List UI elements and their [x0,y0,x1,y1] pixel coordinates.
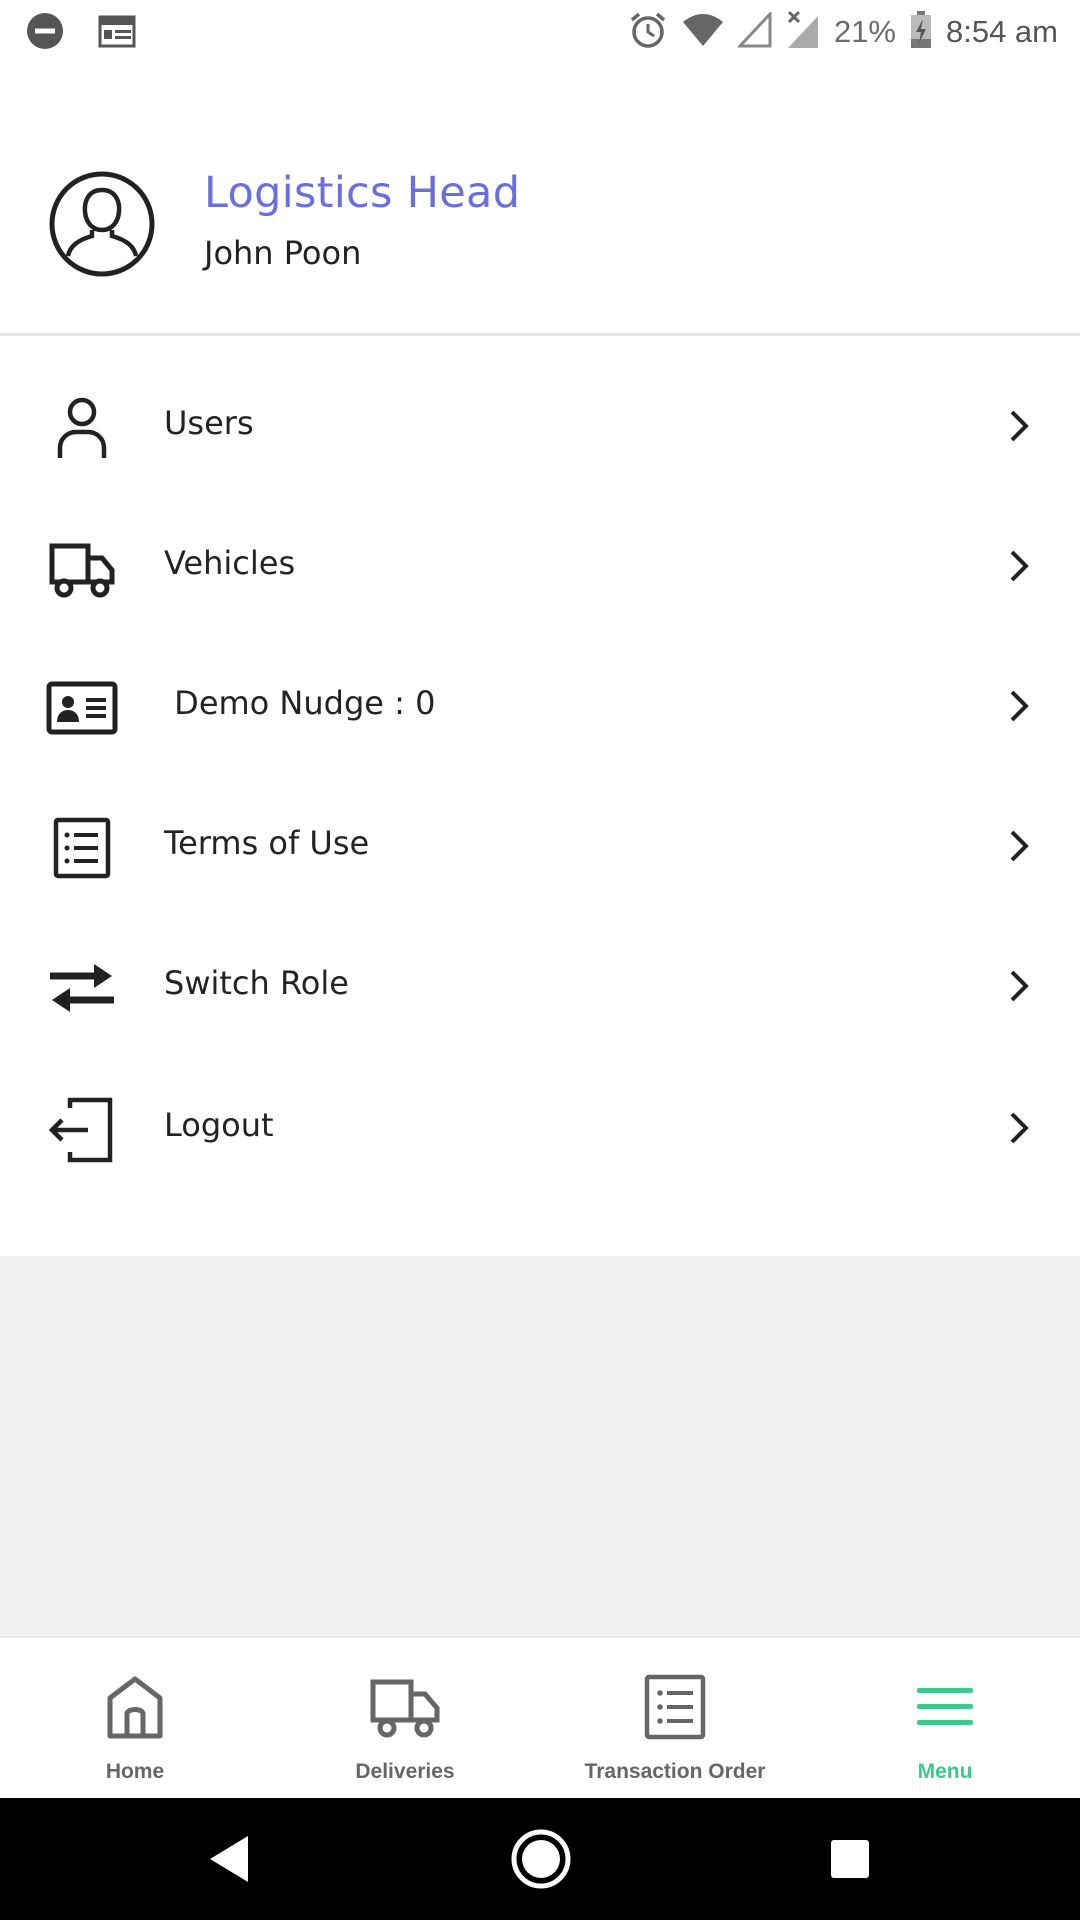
list-document-icon [639,1674,711,1740]
menu-item-label: Users [164,404,254,442]
recents-icon [830,1839,870,1884]
nav-tab-deliveries[interactable]: Deliveries [270,1638,540,1800]
chevron-right-icon [1004,828,1034,864]
dnd-icon [26,12,64,55]
truck-icon [369,1674,441,1740]
list-document-icon [46,812,118,884]
status-bar: 21% 8:54 am [0,0,1080,64]
no-signal-icon [786,10,820,55]
back-button[interactable] [170,1798,290,1920]
battery-charging-icon [910,10,932,54]
chevron-right-icon [1004,968,1034,1004]
home-button[interactable] [480,1798,600,1920]
home-circle-icon [510,1828,572,1895]
bottom-navigation: Home Deliveries Transaction Order Menu [0,1636,1080,1798]
recents-button[interactable] [790,1798,910,1920]
menu-item-logout[interactable]: Logout [0,1058,1080,1198]
hamburger-menu-icon [909,1674,981,1740]
nav-tab-label: Menu [917,1760,973,1783]
clock: 8:54 am [945,14,1058,49]
status-bar-left [26,12,136,55]
menu-item-switch-role[interactable]: Switch Role [0,916,1080,1056]
nav-tab-label: Transaction Order [584,1760,766,1783]
chevron-right-icon [1004,688,1034,724]
menu-item-terms-of-use[interactable]: Terms of Use [0,776,1080,916]
status-bar-right: 21% 8:54 am [628,8,1058,56]
user-avatar-icon [48,170,156,278]
swap-arrows-icon [46,952,118,1024]
chevron-right-icon [1004,548,1034,584]
wifi-icon [682,12,724,53]
truck-icon [46,532,118,604]
alarm-icon [628,10,668,55]
nav-tab-label: Deliveries [355,1760,455,1783]
chevron-right-icon [1004,408,1034,444]
empty-area [0,1256,1080,1636]
nav-tab-transaction-order[interactable]: Transaction Order [540,1638,810,1800]
user-icon [46,392,118,464]
menu-item-vehicles[interactable]: Vehicles [0,496,1080,636]
menu-item-label: Demo Nudge : 0 [164,684,436,722]
nav-tab-menu[interactable]: Menu [810,1638,1080,1800]
nav-tab-label: Home [105,1760,165,1783]
chevron-right-icon [1004,1110,1034,1146]
menu-item-label: Logout [164,1106,274,1144]
menu-list: Users Vehicles Demo Nudge : 0 Terms of U… [0,338,1080,1256]
home-icon [99,1674,171,1740]
menu-item-label: Switch Role [164,964,349,1002]
user-role: Logistics Head [204,168,521,218]
logout-icon [46,1094,118,1166]
profile-header: Logistics Head John Poon [0,64,1080,336]
battery-percent: 21% [833,14,896,49]
menu-item-demo-nudge[interactable]: Demo Nudge : 0 [0,636,1080,776]
signal-icon [736,9,772,53]
nav-tab-home[interactable]: Home [0,1638,270,1800]
back-icon [206,1834,254,1889]
user-name: John Poon [204,234,362,272]
menu-item-label: Vehicles [164,544,296,582]
menu-item-label: Terms of Use [164,824,370,862]
id-card-icon [46,672,118,744]
menu-item-users[interactable]: Users [0,356,1080,496]
system-navigation-bar [0,1798,1080,1920]
calendar-icon [98,14,136,53]
